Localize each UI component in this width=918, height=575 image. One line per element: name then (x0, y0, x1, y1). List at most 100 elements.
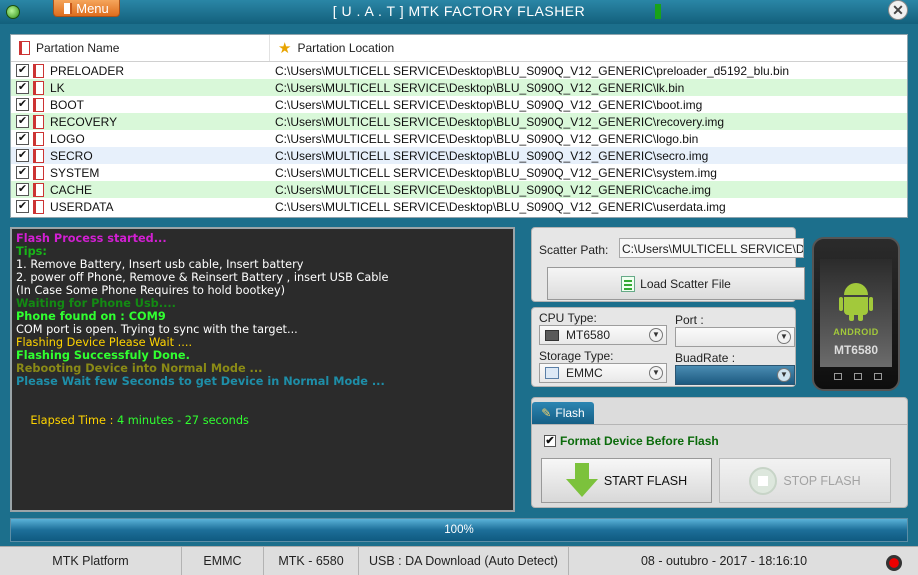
partition-checkbox[interactable]: ✔ (16, 183, 29, 196)
format-device-label: Format Device Before Flash (560, 434, 719, 448)
partition-checkbox[interactable]: ✔ (16, 132, 29, 145)
right-panel: Scatter Path: C:\Users\MULTICELL SERVICE… (523, 227, 908, 512)
table-row[interactable]: ✔ PRELOADER C:\Users\MULTICELL SERVICE\Des… (11, 62, 907, 79)
partition-location: C:\Users\MULTICELL SERVICE\Desktop\BLU_S… (275, 80, 685, 95)
file-icon (33, 80, 44, 95)
stop-icon (749, 466, 778, 495)
stop-flash-button[interactable]: STOP FLASH (719, 458, 891, 503)
file-icon (33, 165, 44, 180)
file-icon (33, 114, 44, 129)
partition-checkbox[interactable]: ✔ (16, 115, 29, 128)
table-row[interactable]: ✔ LOGO C:\Users\MULTICELL SERVICE\Desktop\… (11, 130, 907, 147)
partition-checkbox[interactable]: ✔ (16, 81, 29, 94)
partition-location: C:\Users\MULTICELL SERVICE\Desktop\BLU_S… (275, 131, 699, 146)
baud-rate-select[interactable]: ▼ (675, 365, 795, 385)
partition-location: C:\Users\MULTICELL SERVICE\Desktop\BLU_S… (275, 63, 790, 78)
chevron-down-icon: ▼ (777, 368, 791, 382)
log-line: Flash Process started... (16, 232, 167, 245)
storage-type-select[interactable]: EMMC ▼ (539, 363, 667, 383)
partition-checkbox[interactable]: ✔ (16, 166, 29, 179)
chevron-down-icon: ▼ (649, 366, 663, 380)
status-datetime: 08 - outubro - 2017 - 18:16:10 (640, 554, 808, 568)
partition-name: LOGO (50, 131, 85, 146)
partition-checkbox[interactable]: ✔ (16, 64, 29, 77)
file-icon (33, 182, 44, 197)
document-icon (621, 275, 636, 292)
record-icon (886, 555, 902, 571)
start-flash-label: START FLASH (603, 473, 688, 488)
partition-name: LK (50, 80, 65, 95)
partition-location: C:\Users\MULTICELL SERVICE\Desktop\BLU_S… (275, 199, 726, 214)
partition-checkbox[interactable]: ✔ (16, 98, 29, 111)
partition-location: C:\Users\MULTICELL SERVICE\Desktop\BLU_S… (275, 148, 709, 163)
table-row[interactable]: ✔ RECOVERY C:\Users\MULTICELL SERVICE\Desk… (11, 113, 907, 130)
port-select[interactable]: ▼ (675, 327, 795, 347)
column-header-name[interactable]: Partation Name (11, 35, 270, 61)
chevron-down-icon: ▼ (777, 330, 791, 344)
download-arrow-icon (565, 462, 598, 497)
flash-group: ✎ Flash ✔ Format Device Before Flash STA… (531, 397, 908, 508)
table-row[interactable]: ✔ LK C:\Users\MULTICELL SERVICE\Desktop\BL… (11, 79, 907, 96)
scatter-group: Scatter Path: C:\Users\MULTICELL SERVICE… (531, 227, 805, 302)
pencil-icon: ✎ (541, 406, 552, 420)
close-button[interactable]: ✕ (888, 0, 908, 20)
file-icon (33, 63, 44, 78)
start-flash-button[interactable]: START FLASH (541, 458, 712, 503)
window-title: [ U . A . T ] MTK FACTORY FLASHER (332, 3, 586, 19)
partition-name: CACHE (50, 182, 93, 197)
status-usb: USB : DA Download (Auto Detect) (359, 547, 569, 575)
partition-name-cell: ✔ USERDATA (11, 199, 270, 214)
phone-buttons (834, 373, 882, 380)
storage-type-value: EMMC (566, 366, 603, 380)
log-line: Flashing Successfuly Done. (16, 349, 190, 362)
disk-icon (545, 367, 559, 379)
table-row[interactable]: ✔ BOOT C:\Users\MULTICELL SERVICE\Desktop\… (11, 96, 907, 113)
status-bar: MTK Platform EMMC MTK - 6580 USB : DA Do… (0, 546, 918, 575)
partition-name-cell: ✔ RECOVERY (11, 114, 270, 129)
flash-tab-content: ✔ Format Device Before Flash START FLASH… (532, 424, 907, 507)
title-bar: Menu [ U . A . T ] MTK FACTORY FLASHER ✕ (0, 0, 918, 24)
cpu-type-label: CPU Type: (539, 311, 597, 325)
log-line: Waiting for Phone Usb.... (16, 297, 176, 310)
file-icon (33, 97, 44, 112)
log-line: Phone found on : COM9 (16, 310, 166, 323)
storage-type-label: Storage Type: (539, 349, 614, 363)
partition-location: C:\Users\MULTICELL SERVICE\Desktop\BLU_S… (275, 97, 703, 112)
file-icon (33, 199, 44, 214)
log-line: 1. Remove Battery, Insert usb cable, Ins… (16, 258, 304, 271)
format-device-option[interactable]: ✔ Format Device Before Flash (544, 434, 719, 448)
log-console: Flash Process started... Tips: 1. Remove B… (10, 227, 515, 512)
cpu-type-select[interactable]: MT6580 ▼ (539, 325, 667, 345)
table-row[interactable]: ✔ USERDATA C:\Users\MULTICELL SERVICE\Desk… (11, 198, 907, 215)
partition-name-cell: ✔ LOGO (11, 131, 270, 146)
elapsed-time-label: Elapsed Time : (30, 414, 117, 427)
partition-location: C:\Users\MULTICELL SERVICE\Desktop\BLU_S… (275, 182, 711, 197)
column-header-location[interactable]: ★ Partation Location (270, 35, 394, 61)
partition-name-cell: ✔ LK (11, 80, 270, 95)
tab-flash[interactable]: ✎ Flash (532, 402, 594, 424)
android-robot-icon (839, 283, 873, 321)
table-row[interactable]: ✔ CACHE C:\Users\MULTICELL SERVICE\Desktop… (11, 181, 907, 198)
load-scatter-button[interactable]: Load Scatter File (547, 267, 805, 300)
format-device-checkbox[interactable]: ✔ (544, 435, 556, 447)
scatter-path-field[interactable]: C:\Users\MULTICELL SERVICE\Desktop\BLU_S… (619, 238, 804, 258)
log-line: Please Wait few Seconds to get Device in… (16, 375, 385, 388)
log-line: (In Case Some Phone Requires to hold boo… (16, 284, 286, 297)
table-row[interactable]: ✔ SECRO C:\Users\MULTICELL SERVICE\Desktop… (11, 147, 907, 164)
partition-name: RECOVERY (50, 114, 118, 129)
partition-name: SECRO (50, 148, 93, 163)
status-indicator (655, 4, 661, 19)
elapsed-time-value: 4 minutes - 27 seconds (116, 414, 249, 427)
table-row[interactable]: ✔ SYSTEM C:\Users\MULTICELL SERVICE\Deskto… (11, 164, 907, 181)
tab-flash-label: Flash (555, 406, 585, 420)
partition-checkbox[interactable]: ✔ (16, 200, 29, 213)
column-header-location-label: Partation Location (297, 41, 395, 55)
log-line: Tips: (16, 245, 47, 258)
android-logo-text: ANDROID (833, 327, 879, 337)
baud-rate-label: BuadRate : (675, 351, 736, 365)
cpu-type-value: MT6580 (566, 328, 611, 342)
partition-rows: ✔ PRELOADER C:\Users\MULTICELL SERVICE\Des… (11, 62, 907, 215)
port-label: Port : (675, 313, 704, 327)
partition-checkbox[interactable]: ✔ (16, 149, 29, 162)
